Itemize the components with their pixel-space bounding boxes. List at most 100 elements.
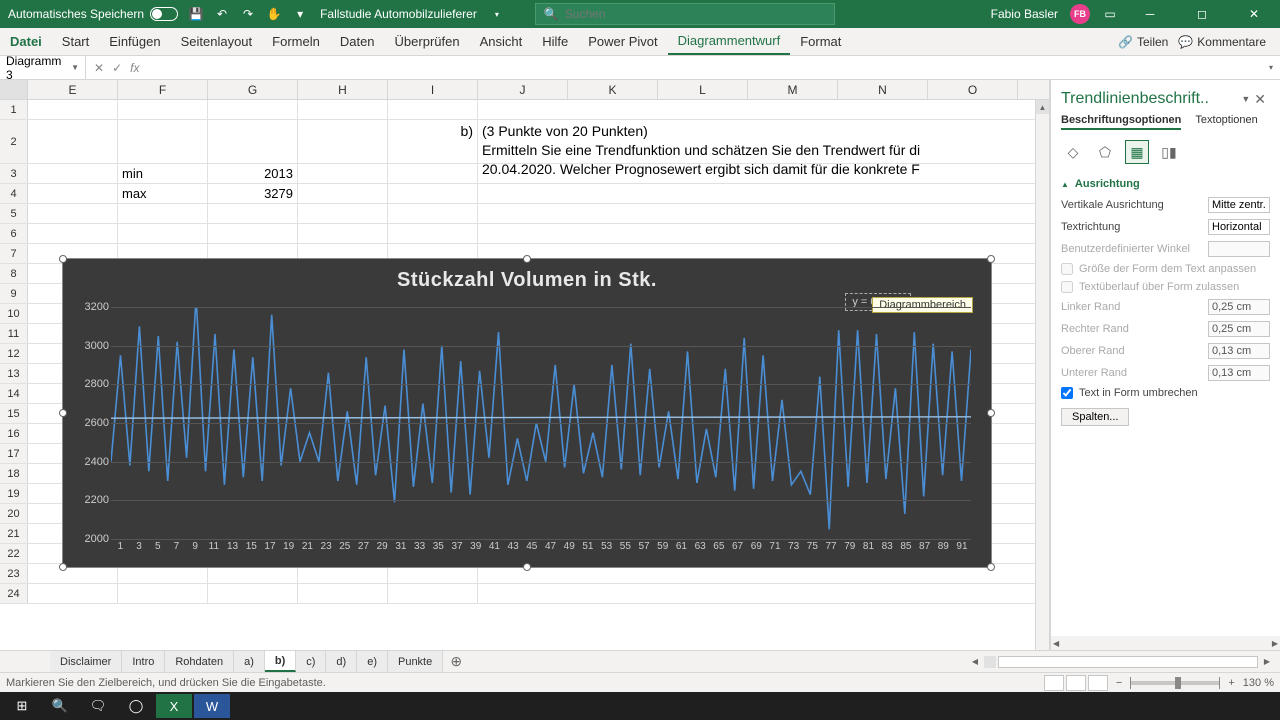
- row-header[interactable]: 1: [0, 100, 28, 119]
- row-header[interactable]: 8: [0, 264, 28, 283]
- resize-handle[interactable]: [523, 255, 531, 263]
- textdir-select[interactable]: [1208, 219, 1270, 235]
- tab-format[interactable]: Format: [790, 28, 851, 55]
- row-header[interactable]: 23: [0, 564, 28, 583]
- row-header[interactable]: 17: [0, 444, 28, 463]
- cell-max-value[interactable]: 3279: [208, 184, 298, 203]
- start-button[interactable]: ⊞: [4, 694, 40, 718]
- row-header[interactable]: 24: [0, 584, 28, 603]
- close-button[interactable]: ✕: [1234, 0, 1274, 28]
- col-header[interactable]: O: [928, 80, 1018, 99]
- cell-min-label[interactable]: min: [118, 164, 208, 183]
- avatar[interactable]: FB: [1070, 4, 1090, 24]
- taskbar-app[interactable]: 🗨: [80, 694, 116, 718]
- tab-powerpivot[interactable]: Power Pivot: [578, 28, 667, 55]
- tab-seitenlayout[interactable]: Seitenlayout: [171, 28, 263, 55]
- fx-icon[interactable]: fx: [130, 61, 139, 75]
- col-header[interactable]: M: [748, 80, 838, 99]
- col-header[interactable]: G: [208, 80, 298, 99]
- col-header[interactable]: E: [28, 80, 118, 99]
- col-header[interactable]: N: [838, 80, 928, 99]
- undo-icon[interactable]: ↶: [214, 6, 230, 22]
- share-button[interactable]: 🔗 Teilen: [1118, 35, 1168, 49]
- row-header[interactable]: 2: [0, 120, 28, 163]
- row-header[interactable]: 12: [0, 344, 28, 363]
- resize-handle[interactable]: [987, 255, 995, 263]
- pane-scrollbar[interactable]: ◀▶: [1051, 636, 1280, 650]
- zoom-slider[interactable]: [1130, 681, 1220, 685]
- tab-diagrammentwurf[interactable]: Diagrammentwurf: [668, 28, 791, 55]
- page-layout-view-button[interactable]: [1066, 675, 1086, 691]
- row-header[interactable]: 19: [0, 484, 28, 503]
- sheet-tab[interactable]: a): [234, 651, 265, 672]
- row-header[interactable]: 15: [0, 404, 28, 423]
- col-header[interactable]: L: [658, 80, 748, 99]
- pane-tab-label-options[interactable]: Beschriftungsoptionen: [1061, 114, 1181, 130]
- row-header[interactable]: 3: [0, 164, 28, 183]
- tab-ansicht[interactable]: Ansicht: [470, 28, 533, 55]
- taskbar-word[interactable]: W: [194, 694, 230, 718]
- task-search-icon[interactable]: 🔍: [42, 694, 78, 718]
- normal-view-button[interactable]: [1044, 675, 1064, 691]
- resize-handle[interactable]: [59, 409, 67, 417]
- vertical-scrollbar[interactable]: ▲: [1035, 100, 1049, 650]
- tab-einfuegen[interactable]: Einfügen: [99, 28, 170, 55]
- qat-more-icon[interactable]: ▾: [292, 6, 308, 22]
- sheet-tab[interactable]: c): [296, 651, 326, 672]
- resize-handle[interactable]: [59, 563, 67, 571]
- sheet-tab[interactable]: b): [265, 651, 296, 672]
- effects-icon[interactable]: ⬠: [1093, 140, 1117, 164]
- row-header[interactable]: 6: [0, 224, 28, 243]
- row-header[interactable]: 9: [0, 284, 28, 303]
- scroll-left-icon[interactable]: ◀: [968, 657, 982, 666]
- hscroll-thumb[interactable]: [998, 656, 1258, 668]
- chart-plot-area[interactable]: 2000220024002600280030003200 13579111315…: [111, 307, 971, 539]
- sheet-tab[interactable]: e): [357, 651, 388, 672]
- comments-button[interactable]: 💬 Kommentare: [1178, 35, 1266, 49]
- tab-formeln[interactable]: Formeln: [262, 28, 330, 55]
- row-header[interactable]: 16: [0, 424, 28, 443]
- touch-icon[interactable]: ✋: [266, 6, 282, 22]
- chart-title[interactable]: Stückzahl Volumen in Stk.: [63, 259, 991, 296]
- sheet-tab[interactable]: Intro: [122, 651, 165, 672]
- expand-formula-icon[interactable]: ▾: [1262, 63, 1280, 72]
- scroll-up-icon[interactable]: ▲: [1036, 100, 1049, 114]
- col-header[interactable]: I: [388, 80, 478, 99]
- worksheet[interactable]: E F G H I J K L M N O 1 2 b): [0, 80, 1050, 650]
- row-header[interactable]: 10: [0, 304, 28, 323]
- col-header[interactable]: K: [568, 80, 658, 99]
- scroll-right-icon[interactable]: ▶: [1260, 657, 1274, 666]
- sheet-tab[interactable]: d): [326, 651, 357, 672]
- row-header[interactable]: 20: [0, 504, 28, 523]
- row-header[interactable]: 11: [0, 324, 28, 343]
- close-pane-button[interactable]: ✕: [1250, 91, 1270, 108]
- col-header[interactable]: H: [298, 80, 388, 99]
- sheet-tab[interactable]: Punkte: [388, 651, 443, 672]
- taskbar-app[interactable]: ◯: [118, 694, 154, 718]
- resize-handle[interactable]: [523, 563, 531, 571]
- select-all-corner[interactable]: [0, 80, 28, 99]
- toggle-switch-icon[interactable]: [150, 7, 178, 21]
- cell-max-label[interactable]: max: [118, 184, 208, 203]
- fill-line-icon[interactable]: ◇: [1061, 140, 1085, 164]
- resize-handle[interactable]: [987, 563, 995, 571]
- confirm-formula-icon[interactable]: ✓: [112, 61, 122, 75]
- section-ausrichtung[interactable]: ▲ Ausrichtung: [1051, 172, 1280, 194]
- row-header[interactable]: 4: [0, 184, 28, 203]
- taskbar-excel[interactable]: X: [156, 694, 192, 718]
- filename-dropdown-icon[interactable]: ▾: [489, 6, 505, 22]
- resize-handle[interactable]: [987, 409, 995, 417]
- redo-icon[interactable]: ↷: [240, 6, 256, 22]
- minimize-button[interactable]: ─: [1130, 0, 1170, 28]
- name-box[interactable]: Diagramm 3 ▼: [0, 56, 86, 79]
- tab-datei[interactable]: Datei: [0, 28, 52, 55]
- cancel-formula-icon[interactable]: ✕: [94, 61, 104, 75]
- hscroll-track[interactable]: [984, 656, 996, 668]
- row-header[interactable]: 5: [0, 204, 28, 223]
- tab-ueberpruefen[interactable]: Überprüfen: [385, 28, 470, 55]
- sheet-tab[interactable]: Rohdaten: [165, 651, 234, 672]
- maximize-button[interactable]: ◻: [1182, 0, 1222, 28]
- add-sheet-button[interactable]: ⊕: [443, 653, 469, 670]
- autosave-toggle[interactable]: Automatisches Speichern: [8, 7, 178, 21]
- chevron-down-icon[interactable]: ▼: [71, 63, 79, 72]
